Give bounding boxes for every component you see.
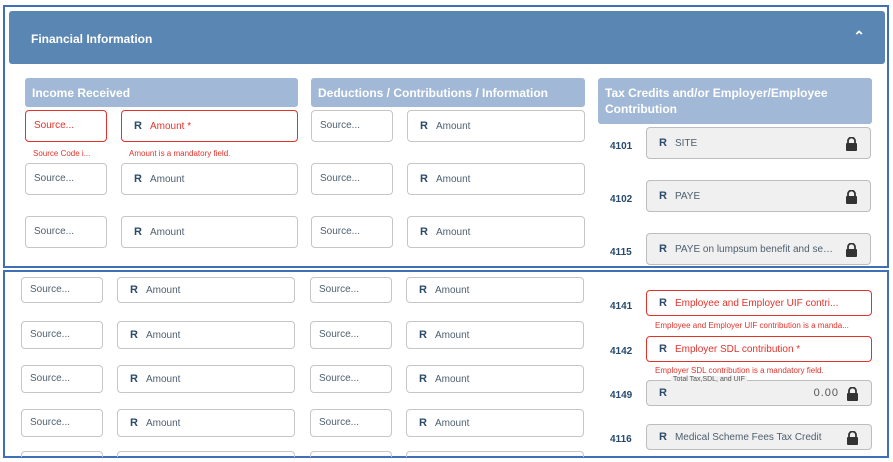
credit-code: 4116: [610, 434, 632, 445]
income-source-field[interactable]: Source...: [21, 409, 103, 437]
credit-code: 4149: [610, 390, 633, 401]
deduction-source-field[interactable]: Source...: [310, 277, 392, 303]
lock-icon: [846, 243, 857, 257]
uif-contribution-field[interactable]: R Employee and Employer UIF contri...: [646, 290, 872, 316]
medical-scheme-field: R Medical Scheme Fees Tax Credit: [646, 424, 872, 450]
credit-code: 4115: [610, 247, 632, 258]
credit-code: 4141: [610, 301, 633, 312]
income-received-header: Income Received: [25, 78, 298, 107]
deduction-amount-field[interactable]: R Amount: [406, 277, 584, 303]
credit-code: 4142: [610, 346, 633, 357]
deduction-amount-field[interactable]: R Amount: [406, 365, 584, 393]
income-amount-field[interactable]: R Amount: [117, 277, 295, 303]
tax-credits-header: Tax Credits and/or Employer/Employee Con…: [598, 78, 872, 124]
income-source-field[interactable]: Source...: [25, 110, 107, 142]
income-amount-field[interactable]: R Amount: [117, 321, 295, 349]
paye-field: R PAYE: [646, 180, 871, 212]
paye-lumpsum-field: R PAYE on lumpsum benefit and seve...: [646, 233, 871, 265]
lock-icon: [846, 190, 857, 204]
deduction-amount-field[interactable]: [406, 451, 584, 457]
total-tax-label: Total Tax,SDL, and UIF: [671, 376, 747, 383]
deduction-amount-field[interactable]: R Amount: [407, 110, 585, 142]
income-source-field[interactable]: Source...: [21, 321, 103, 349]
total-tax-field: R 0.00: [646, 380, 872, 406]
income-source-field[interactable]: Source...: [25, 163, 107, 195]
income-source-field[interactable]: Source...: [25, 216, 107, 248]
deduction-source-field[interactable]: Source...: [311, 110, 393, 142]
sdl-contribution-field[interactable]: R Employer SDL contribution *: [646, 336, 872, 362]
site-field: R SITE: [646, 127, 871, 159]
income-amount-field[interactable]: R Amount *: [121, 110, 298, 142]
uif-error: Employee and Employer UIF contribution i…: [655, 321, 849, 330]
income-source-field[interactable]: Source...: [21, 277, 103, 303]
income-amount-field[interactable]: [117, 451, 295, 457]
lock-icon: [847, 431, 858, 445]
income-amount-field[interactable]: R Amount: [117, 409, 295, 437]
credit-code: 4101: [610, 141, 633, 152]
deduction-source-field[interactable]: Source...: [311, 216, 393, 248]
deduction-source-field[interactable]: Source...: [310, 409, 392, 437]
lock-icon: [846, 137, 857, 151]
income-amount-field[interactable]: R Amount: [121, 216, 298, 248]
sdl-error: Employer SDL contribution is a mandatory…: [655, 366, 824, 375]
total-tax-value: 0.00: [813, 387, 839, 399]
income-amount-field[interactable]: R Amount: [117, 365, 295, 393]
deduction-source-field[interactable]: Source...: [310, 365, 392, 393]
deductions-header: Deductions / Contributions / Information: [311, 78, 585, 107]
panel-title: Financial Information: [31, 32, 153, 46]
chevron-up-icon[interactable]: ⌃: [853, 28, 865, 45]
income-amount-field[interactable]: R Amount: [121, 163, 298, 195]
deduction-amount-field[interactable]: R Amount: [406, 409, 584, 437]
deduction-source-field[interactable]: Source...: [310, 321, 392, 349]
amount-error: Amount is a mandatory field.: [129, 149, 231, 158]
source-code-error: Source Code i...: [33, 149, 91, 158]
income-source-field[interactable]: [21, 451, 103, 457]
deduction-source-field[interactable]: Source...: [311, 163, 393, 195]
deduction-amount-field[interactable]: R Amount: [406, 321, 584, 349]
financial-information-header[interactable]: Financial Information ⌃: [9, 11, 885, 64]
credit-code: 4102: [610, 194, 633, 205]
income-source-field[interactable]: Source...: [21, 365, 103, 393]
deduction-amount-field[interactable]: R Amount: [407, 216, 585, 248]
lock-icon: [847, 387, 858, 401]
deduction-amount-field[interactable]: R Amount: [407, 163, 585, 195]
deduction-source-field[interactable]: [310, 451, 392, 457]
